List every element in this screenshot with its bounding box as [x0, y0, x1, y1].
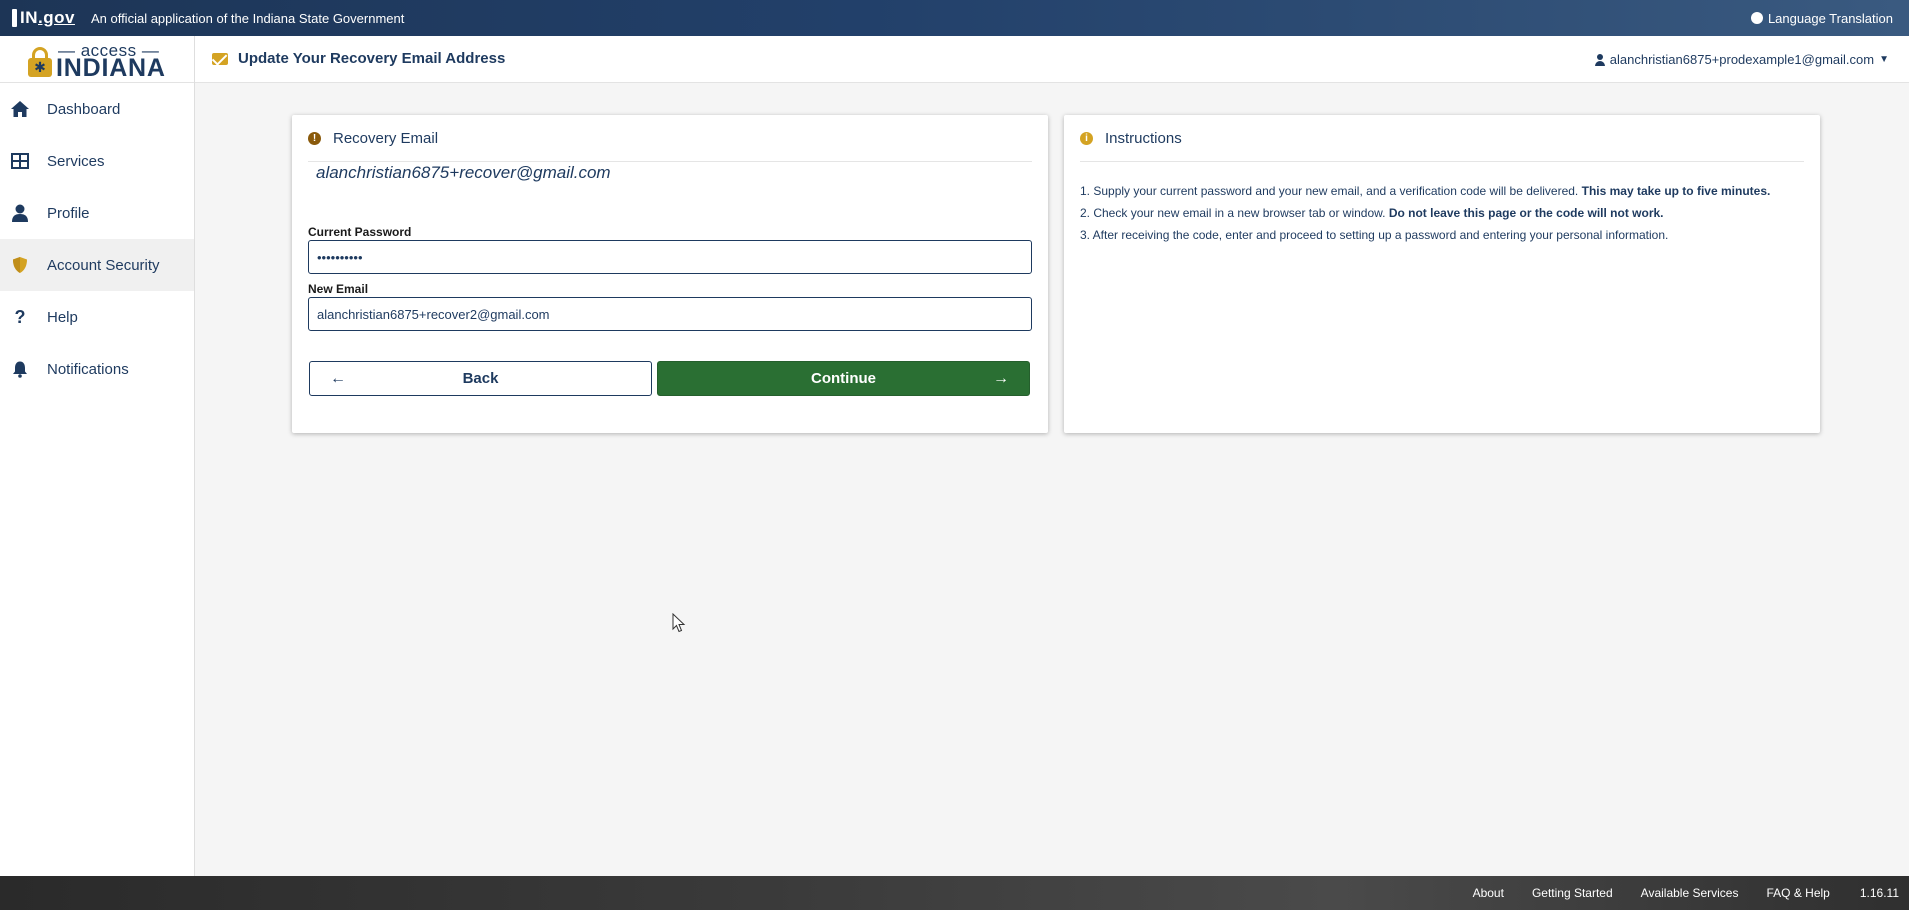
caret-down-icon: ▼	[1879, 54, 1889, 65]
sidebar-item-services[interactable]: Services	[0, 135, 194, 187]
user-email: alanchristian6875+prodexample1@gmail.com	[1609, 52, 1875, 67]
footer-link-available-services[interactable]: Available Services	[1641, 886, 1739, 900]
in-gov-logo[interactable]: IN .gov	[12, 8, 75, 28]
instructions-card-header: i Instructions	[1080, 115, 1804, 162]
sidebar-item-dashboard[interactable]: Dashboard	[0, 83, 194, 135]
instruction-item: 1. Supply your current password and your…	[1080, 184, 1771, 198]
in-gov-mark-icon	[12, 9, 17, 27]
user-menu[interactable]: alanchristian6875+prodexample1@gmail.com…	[1594, 52, 1889, 67]
in-gov-logo-suffix: .gov	[38, 8, 75, 27]
sidebar: Dashboard Services Profile Account Secur…	[0, 83, 194, 876]
sidebar-item-profile[interactable]: Profile	[0, 187, 194, 239]
footer-link-faq-help[interactable]: FAQ & Help	[1766, 886, 1829, 900]
language-translation-button[interactable]: Language Translation	[1750, 10, 1893, 26]
instruction-item: 2. Check your new email in a new browser…	[1080, 206, 1664, 220]
sidebar-item-label: Dashboard	[47, 100, 121, 118]
sidebar-item-label: Profile	[47, 204, 90, 222]
continue-button[interactable]: Continue →	[657, 361, 1030, 396]
envelope-icon	[212, 52, 228, 65]
sidebar-item-label: Services	[47, 152, 105, 170]
sidebar-item-label: Account Security	[47, 256, 160, 274]
sidebar-item-notifications[interactable]: Notifications	[0, 343, 194, 395]
official-application-text: An official application of the Indiana S…	[90, 10, 405, 26]
footer-link-getting-started[interactable]: Getting Started	[1532, 886, 1613, 900]
instructions-card-title: Instructions	[1105, 129, 1182, 147]
current-password-label: Current Password	[308, 225, 412, 239]
state-banner: IN .gov An official application of the In…	[0, 0, 1909, 36]
page-title: Update Your Recovery Email Address	[212, 50, 505, 67]
lock-icon: ✱	[28, 47, 52, 77]
sidebar-divider	[194, 36, 195, 876]
mouse-cursor-icon	[672, 613, 686, 633]
sidebar-item-label: Notifications	[47, 360, 129, 378]
arrow-left-icon: ←	[330, 369, 346, 387]
info-icon: !	[308, 131, 321, 145]
globe-icon	[1750, 12, 1763, 24]
language-translation-label: Language Translation	[1767, 10, 1893, 26]
back-button[interactable]: ← Back	[309, 361, 652, 396]
new-email-label: New Email	[308, 282, 369, 296]
app-version: 1.16.11	[1859, 886, 1899, 900]
home-icon	[10, 99, 30, 119]
recovery-email-card-header: ! Recovery Email	[308, 115, 1032, 162]
footer-link-about[interactable]: About	[1473, 886, 1504, 900]
current-password-input[interactable]	[308, 240, 1032, 274]
current-recovery-email: alanchristian6875+recover@gmail.com	[316, 163, 611, 182]
page-title-text: Update Your Recovery Email Address	[238, 50, 506, 67]
back-button-label: Back	[462, 370, 499, 387]
sidebar-item-help[interactable]: ? Help	[0, 291, 194, 343]
person-icon	[10, 203, 30, 223]
continue-button-label: Continue	[811, 370, 876, 387]
instructions-card: i Instructions 1. Supply your current pa…	[1064, 115, 1820, 433]
sidebar-item-label: Help	[47, 308, 78, 326]
arrow-right-icon: →	[993, 369, 1009, 387]
access-indiana-logo[interactable]: ✱ — access — INDIANA	[28, 41, 165, 82]
recovery-email-card: ! Recovery Email alanchristian6875+recov…	[292, 115, 1048, 433]
bell-icon	[10, 359, 30, 379]
instructions-list: 1. Supply your current password and your…	[1080, 180, 1770, 246]
sidebar-item-account-security[interactable]: Account Security	[0, 239, 194, 291]
shield-icon	[10, 255, 30, 275]
grid-icon	[10, 151, 30, 171]
footer: About Getting Started Available Services…	[0, 876, 1909, 910]
in-gov-logo-text: IN	[20, 8, 38, 27]
app-header: ✱ — access — INDIANA Update Your Recover…	[0, 36, 1909, 83]
logo-indiana-text: INDIANA	[56, 54, 166, 82]
info-icon: i	[1080, 131, 1093, 145]
recovery-email-card-title: Recovery Email	[333, 129, 439, 147]
question-icon: ?	[14, 306, 26, 327]
new-email-input[interactable]	[308, 297, 1032, 331]
instruction-item: 3. After receiving the code, enter and p…	[1080, 228, 1669, 242]
user-icon	[1594, 53, 1605, 66]
